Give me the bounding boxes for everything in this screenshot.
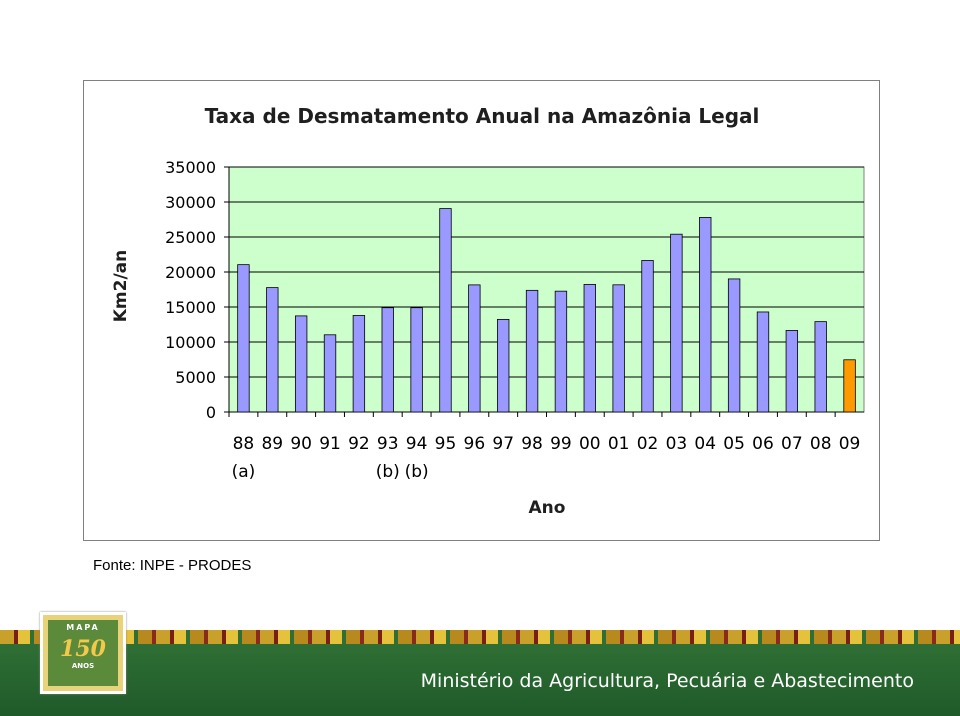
bar [727,278,741,413]
x-tick-label: 91 [319,434,341,454]
chart-frame: Taxa de Desmatamento Anual na Amazônia L… [83,80,880,541]
bar [554,290,568,413]
x-tick-sublabel: (a) [232,462,256,482]
bar [237,264,250,413]
bar [352,315,366,413]
x-tick-label: 93 [377,434,399,454]
bar [410,307,423,413]
y-tick-label: 0 [206,403,216,422]
x-tick-label: 03 [666,434,688,454]
x-tick-label: 05 [723,434,745,454]
x-tick-sublabel: (b) [376,462,400,482]
bar [843,359,856,413]
y-axis-label: Km2/an [111,250,131,323]
x-tick-label: 94 [406,434,428,454]
bar [468,284,481,413]
bar [699,216,712,413]
bar [756,311,770,413]
y-tick-label: 20000 [165,263,216,282]
x-tick-label: 96 [464,434,486,454]
bar [439,208,452,413]
logo-number: 150 [60,636,106,662]
bar [323,334,337,413]
footer-stripe [0,630,960,644]
bar [814,321,827,413]
logo-sub-text: ANOS [71,662,95,670]
mapa-150-logo: MAPA 150 ANOS [40,612,126,694]
x-tick-label: 04 [694,434,716,454]
bar [583,283,596,413]
y-tick-label: 30000 [165,193,216,212]
logo-top-text: MAPA [66,623,100,632]
bar [612,284,625,413]
x-tick-label: 07 [781,434,803,454]
x-tick-label: 00 [579,434,601,454]
chart-title: Taxa de Desmatamento Anual na Amazônia L… [205,104,760,128]
x-tick-label: 98 [521,434,543,454]
bar [785,330,799,413]
bar [525,289,539,413]
x-tick-label: 90 [290,434,312,454]
x-tick-label: 01 [608,434,630,454]
x-tick-label: 89 [261,434,283,454]
source-note: Fonte: INPE - PRODES [93,557,252,574]
x-tick-label: 08 [810,434,832,454]
deforestation-bar-chart: Taxa de Desmatamento Anual na Amazônia L… [111,104,865,518]
x-tick-label: 97 [492,434,514,454]
x-tick-label: 92 [348,434,370,454]
ministry-name: Ministério da Agricultura, Pecuária e Ab… [420,670,914,692]
x-tick-label: 09 [839,434,861,454]
y-tick-label: 10000 [165,333,216,352]
bar [641,260,654,413]
y-tick-label: 5000 [175,368,216,387]
footer-band: Ministério da Agricultura, Pecuária e Ab… [0,612,960,716]
x-tick-label: 95 [435,434,457,454]
y-tick-label: 35000 [165,158,216,177]
bar [497,318,510,413]
y-tick-label: 25000 [165,228,216,247]
bar [266,287,279,413]
y-tick-label: 15000 [165,298,216,317]
x-tick-label: 88 [233,434,255,454]
x-tick-sublabel: (b) [405,462,429,482]
x-tick-label: 99 [550,434,572,454]
x-axis-label: Ano [529,498,566,518]
x-tick-label: 06 [752,434,774,454]
bar [294,315,308,413]
bar [670,233,683,413]
x-tick-label: 02 [637,434,659,454]
bar [381,307,394,413]
